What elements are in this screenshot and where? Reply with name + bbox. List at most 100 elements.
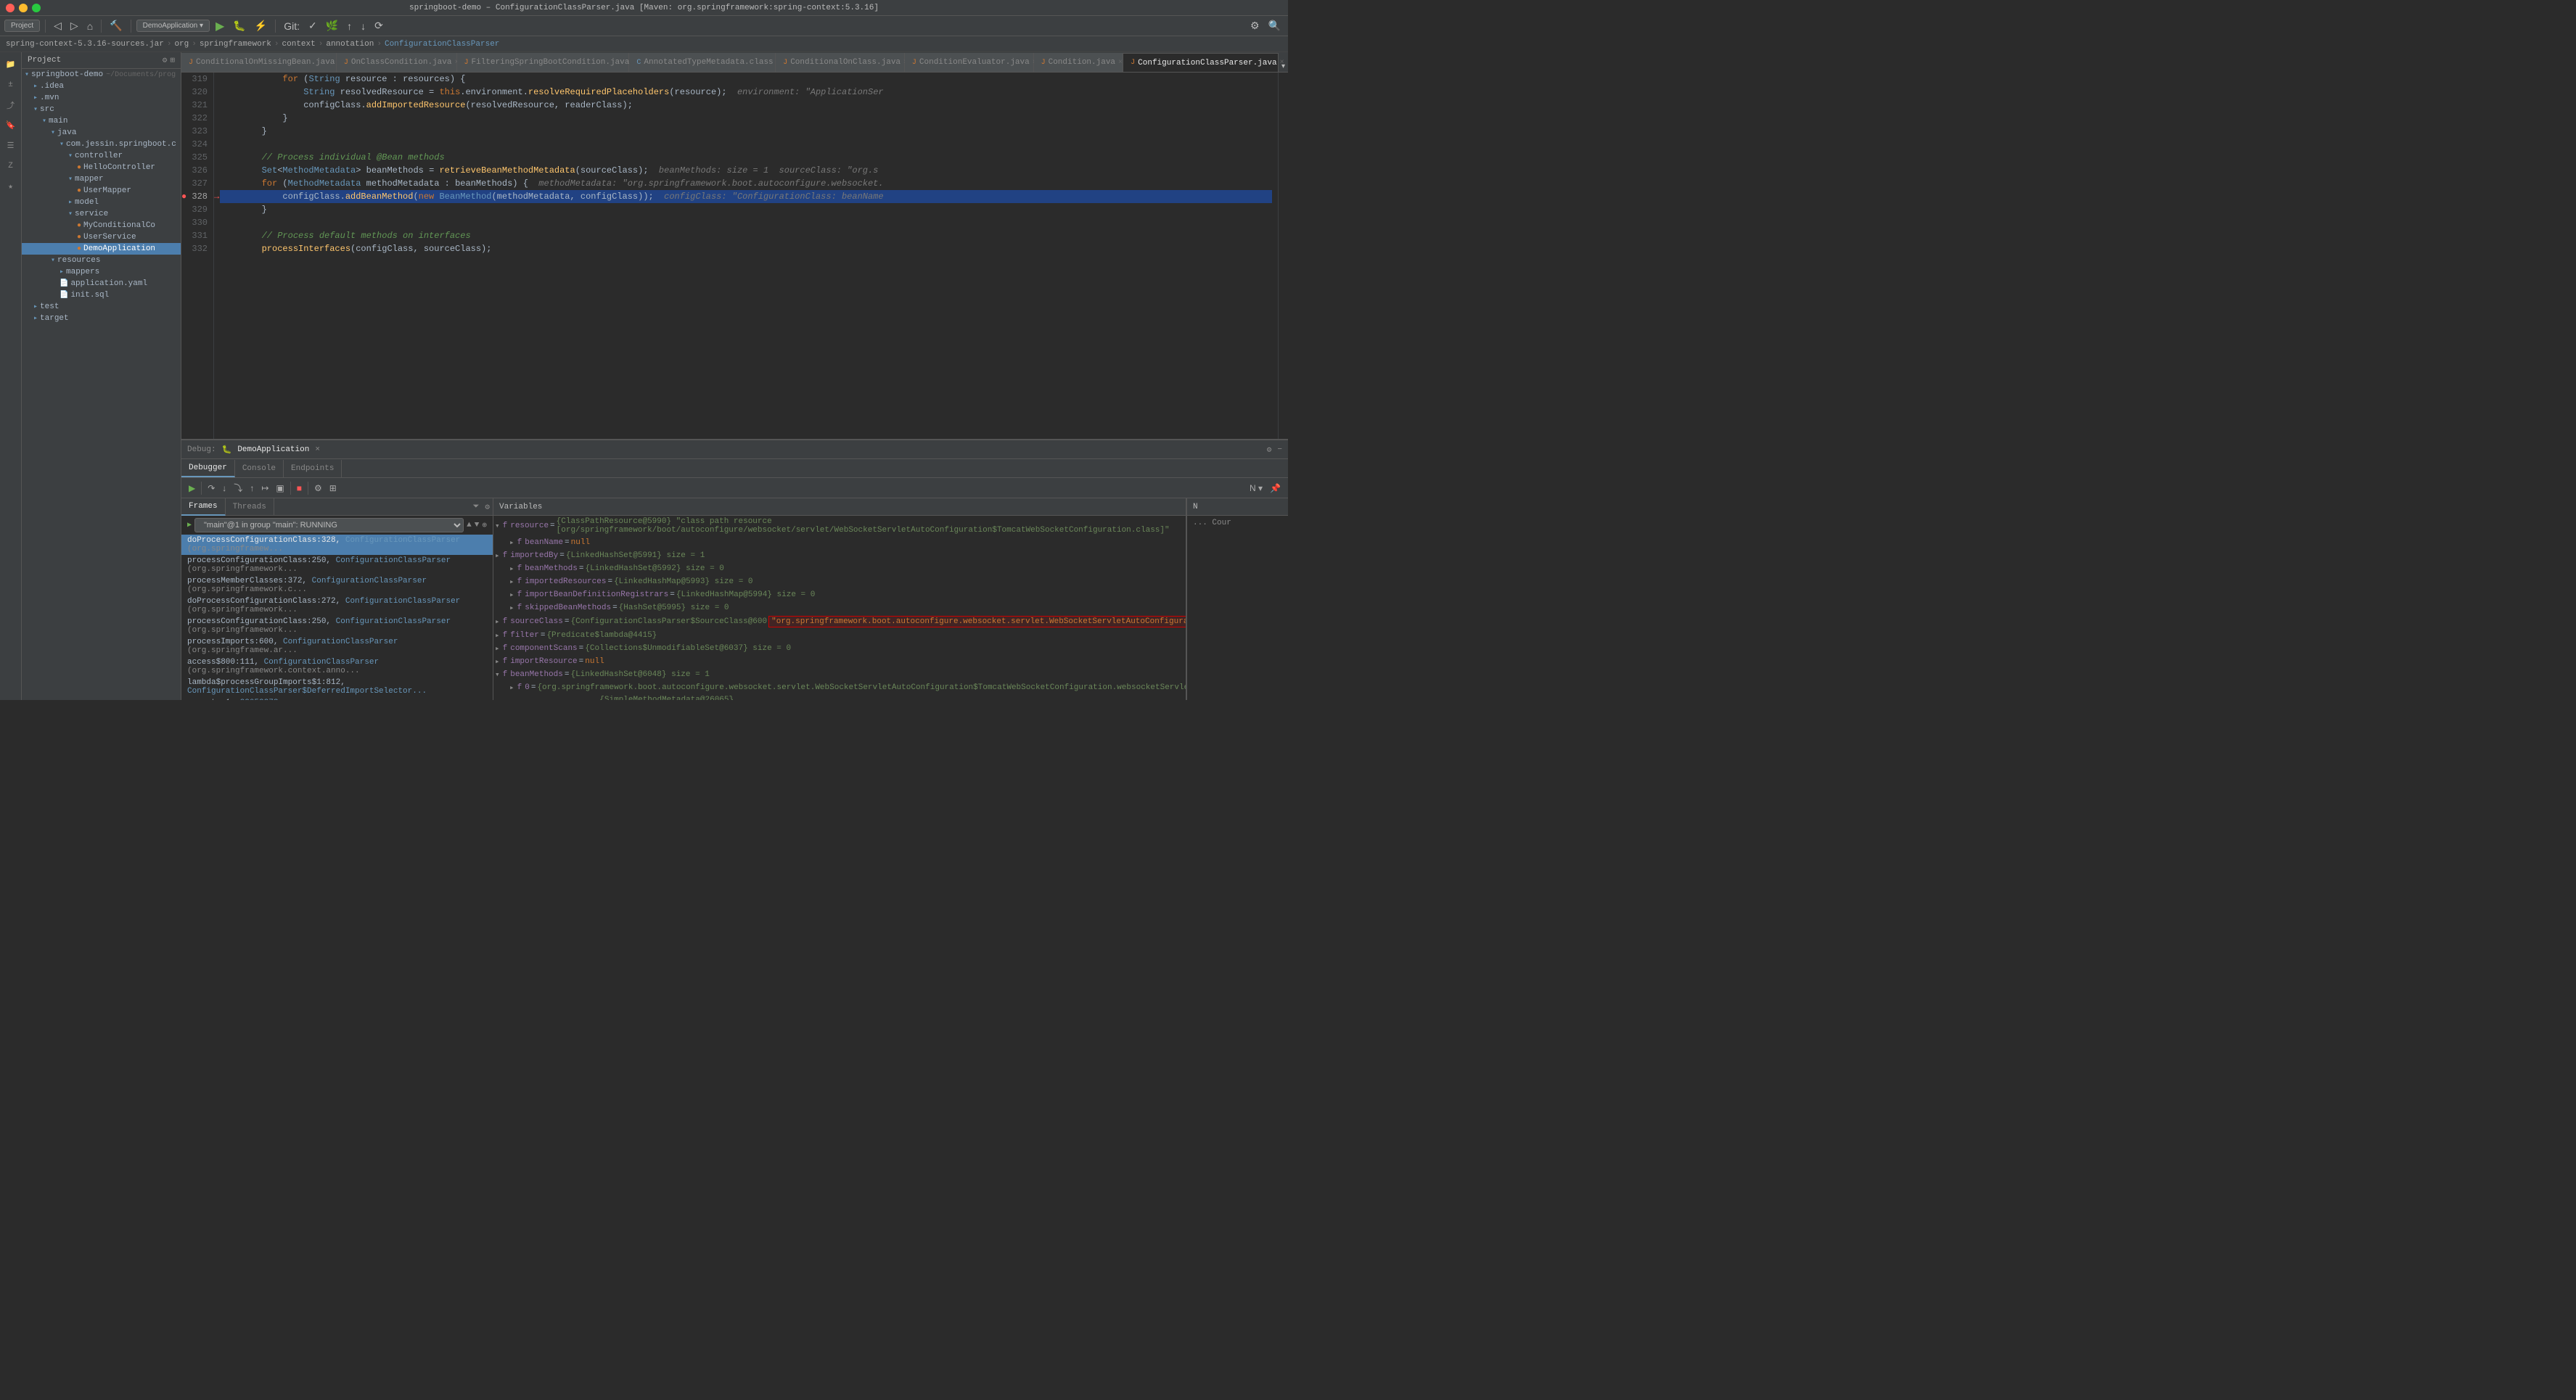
- var-item-componentscans[interactable]: ▸ f componentScans = {Collections$Unmodi…: [493, 642, 1186, 655]
- resume-btn[interactable]: ▶: [186, 482, 198, 495]
- step-out-btn[interactable]: ↑: [247, 482, 257, 495]
- evaluate-btn[interactable]: ▣: [273, 482, 287, 495]
- var-expand-resource[interactable]: ▾: [493, 521, 501, 531]
- pin-watches-btn[interactable]: 📌: [1267, 482, 1284, 495]
- tab-condition[interactable]: J Condition.java ×: [1034, 53, 1124, 72]
- breadcrumb-annotation[interactable]: annotation: [326, 40, 374, 49]
- git-branch[interactable]: 🌿: [323, 18, 341, 33]
- var-item-beanname[interactable]: ▸ f beanName = null: [493, 536, 1186, 549]
- var-item-sourceclass[interactable]: ▸ f sourceClass = {ConfigurationClassPar…: [493, 614, 1186, 629]
- frame-item-7[interactable]: lambda$processGroupImports$1:812, Config…: [181, 677, 493, 697]
- debug-tab-endpoints[interactable]: Endpoints: [284, 460, 342, 477]
- activity-project[interactable]: 📁: [1, 55, 20, 74]
- tree-item-resources[interactable]: ▾ resources: [22, 255, 181, 266]
- profile-button[interactable]: ⚡: [252, 18, 270, 33]
- settings-btn[interactable]: ⚙: [311, 482, 325, 495]
- git-push[interactable]: ↑: [344, 19, 355, 33]
- var-expand-beanmethods1[interactable]: ▸: [508, 564, 516, 574]
- frame-item-2[interactable]: processMemberClasses:372, ConfigurationC…: [181, 575, 493, 596]
- tree-item-service[interactable]: ▾ service: [22, 208, 181, 220]
- frames-tab-threads[interactable]: Threads: [226, 498, 274, 516]
- watches-btn[interactable]: N ▾: [1247, 482, 1266, 495]
- frame-item-6[interactable]: access$800:111, ConfigurationClassParser…: [181, 656, 493, 677]
- thread-dropdown[interactable]: "main"@1 in group "main": RUNNING: [194, 518, 464, 532]
- run-config-selector[interactable]: DemoApplication ▾: [136, 20, 210, 32]
- tab-on-class-condition[interactable]: J OnClassCondition.java ×: [337, 53, 457, 72]
- code-area[interactable]: for ( String resource : resources) { Str…: [214, 73, 1278, 439]
- git-pull[interactable]: ↓: [358, 19, 369, 33]
- var-item-importresource[interactable]: ▸ f importResource = null: [493, 655, 1186, 668]
- var-item-importedresources[interactable]: ▸ f importedResources = {LinkedHashMap@5…: [493, 575, 1186, 588]
- activity-z[interactable]: Z: [1, 157, 20, 176]
- forward-icon[interactable]: ▷: [67, 18, 81, 33]
- var-expand-filter[interactable]: ▸: [493, 630, 501, 641]
- tree-item-demo-app[interactable]: ● DemoApplication: [22, 243, 181, 255]
- stop-btn[interactable]: ■: [294, 482, 305, 495]
- tree-item-user-mapper[interactable]: ● UserMapper: [22, 185, 181, 197]
- breadcrumb-springframework[interactable]: springframework: [200, 40, 271, 49]
- breadcrumb-org[interactable]: org: [174, 40, 189, 49]
- debug-close-icon[interactable]: ×: [315, 445, 320, 454]
- var-expand-importedresources[interactable]: ▸: [508, 577, 516, 587]
- tree-item-package[interactable]: ▾ com.jessin.springboot.c: [22, 139, 181, 150]
- tab-filtering[interactable]: J FilteringSpringBootCondition.java ×: [457, 53, 630, 72]
- var-item-0[interactable]: ▸ f 0 = {org.springframework.boot.autoco…: [493, 681, 1186, 694]
- thread-up-icon[interactable]: ▲: [467, 521, 472, 530]
- activity-commit[interactable]: ±: [1, 75, 20, 94]
- debug-tab-debugger[interactable]: Debugger: [181, 460, 235, 477]
- frame-item-0[interactable]: doProcessConfigurationClass:328, Configu…: [181, 535, 493, 555]
- search-icon[interactable]: 🔍: [1266, 18, 1284, 33]
- var-expand-skippedbeanmethods[interactable]: ▸: [508, 603, 516, 613]
- var-item-resource[interactable]: ▾ f resource = {ClassPathResource@5990} …: [493, 516, 1186, 536]
- step-into-btn[interactable]: ↓: [219, 482, 229, 495]
- tree-item-mapper[interactable]: ▾ mapper: [22, 173, 181, 185]
- var-expand-beanname[interactable]: ▸: [508, 538, 516, 548]
- thread-down-icon[interactable]: ▼: [475, 521, 480, 530]
- step-into-my-code-btn[interactable]: ⤵: [231, 480, 245, 495]
- frame-item-1[interactable]: processConfigurationClass:250, Configura…: [181, 555, 493, 575]
- tree-item-my-conditional[interactable]: ● MyConditionalCo: [22, 220, 181, 231]
- run-to-cursor-btn[interactable]: ↦: [258, 482, 271, 495]
- var-item-importedby[interactable]: ▸ f importedBy = {LinkedHashSet@5991} si…: [493, 549, 1186, 562]
- tree-item-hello-controller[interactable]: ● HelloController: [22, 162, 181, 173]
- var-item-beanmethods1[interactable]: ▸ f beanMethods = {LinkedHashSet@5992} s…: [493, 562, 1186, 575]
- frame-item-4[interactable]: processConfigurationClass:250, Configura…: [181, 616, 493, 636]
- var-expand-beanmethods2[interactable]: ▾: [493, 670, 501, 680]
- activity-bookmarks[interactable]: 🔖: [1, 116, 20, 135]
- tab-close-condition[interactable]: ×: [1118, 59, 1123, 67]
- back-icon[interactable]: ◁: [51, 18, 65, 33]
- tree-item-target[interactable]: ▸ target: [22, 313, 181, 324]
- tree-item-idea[interactable]: ▸ .idea: [22, 81, 181, 92]
- var-expand-sourceclass[interactable]: ▸: [493, 617, 501, 627]
- sidebar-expand-icon[interactable]: ⊞: [170, 55, 175, 65]
- tab-config-class-parser[interactable]: J ConfigurationClassParser.java ×: [1123, 53, 1279, 72]
- activity-favorites[interactable]: ★: [1, 177, 20, 196]
- frame-item-3[interactable]: doProcessConfigurationClass:272, Configu…: [181, 596, 493, 616]
- git-history[interactable]: ⟳: [372, 18, 386, 33]
- breadcrumb-class[interactable]: ConfigurationClassParser: [385, 40, 499, 49]
- restore-layout-btn[interactable]: ⊞: [327, 482, 340, 495]
- tab-conditional-missing-bean[interactable]: J ConditionalOnMissingBean.java ×: [181, 53, 337, 72]
- activity-pull-requests[interactable]: ⤴: [1, 96, 20, 115]
- tree-item-model[interactable]: ▸ model: [22, 197, 181, 208]
- frame-item-8[interactable]: accept:-1, 23053378 (org.springframework…: [181, 697, 493, 700]
- debug-button[interactable]: 🐛: [230, 18, 248, 33]
- var-expand-0[interactable]: ▸: [508, 683, 516, 693]
- debug-minimize-icon[interactable]: −: [1277, 445, 1282, 454]
- tab-condition-evaluator[interactable]: J ConditionEvaluator.java ×: [905, 53, 1034, 72]
- project-selector[interactable]: Project: [4, 20, 40, 32]
- git-icon[interactable]: Git:: [281, 19, 303, 33]
- frame-item-5[interactable]: processImports:600, ConfigurationClassPa…: [181, 636, 493, 656]
- frames-settings-icon[interactable]: ⚙: [482, 502, 493, 512]
- tree-item-src[interactable]: ▾ src: [22, 104, 181, 115]
- home-icon[interactable]: ⌂: [84, 19, 96, 33]
- run-button[interactable]: ▶: [213, 17, 227, 35]
- debug-settings-icon[interactable]: ⚙: [1267, 445, 1272, 455]
- tree-root[interactable]: ▾ springboot-demo ~/Documents/prog: [22, 69, 181, 81]
- sidebar-gear-icon[interactable]: ⚙: [163, 55, 168, 65]
- tab-conditional-on-class[interactable]: J ConditionalOnClass.java ×: [776, 53, 905, 72]
- settings-icon[interactable]: ⚙: [1247, 18, 1263, 33]
- debug-tab-console[interactable]: Console: [235, 460, 284, 477]
- var-expand-importedby[interactable]: ▸: [493, 551, 501, 561]
- tab-annotated-type[interactable]: C AnnotatedTypeMetadata.class ×: [629, 53, 776, 72]
